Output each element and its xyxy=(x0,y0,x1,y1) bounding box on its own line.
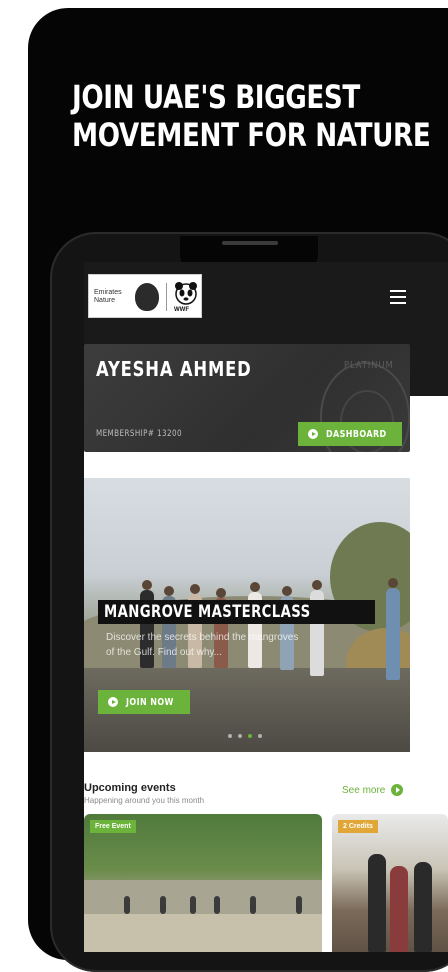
promo-headline-line1: JOIN UAE'S BIGGEST xyxy=(72,78,360,116)
play-circle-icon xyxy=(108,697,118,707)
event-image-person xyxy=(250,896,256,914)
panda-logo-icon xyxy=(175,282,197,305)
wwf-label: WWF xyxy=(174,307,189,313)
logo-text: Emirates Nature xyxy=(94,289,122,305)
promo-headline-line2: MOVEMENT FOR NATURE xyxy=(72,116,431,154)
dashboard-button-label: DASHBOARD xyxy=(326,428,387,440)
event-image-ground xyxy=(84,914,322,952)
event-card[interactable]: Free Event xyxy=(84,814,322,952)
logo-text-line1: Emirates xyxy=(94,289,122,296)
carousel-dot[interactable] xyxy=(258,734,262,738)
carousel-dot[interactable] xyxy=(238,734,242,738)
dashboard-button[interactable]: DASHBOARD xyxy=(298,422,402,446)
membership-tier: PLATINUM xyxy=(344,360,394,371)
member-name: AYESHA AHMED xyxy=(96,357,252,381)
hero-title-text: MANGROVE MASTERCLASS xyxy=(104,602,311,622)
events-section-subtitle: Happening around you this month xyxy=(84,796,205,805)
event-image-person xyxy=(296,896,302,914)
event-image-person xyxy=(414,862,432,952)
carousel-dot[interactable] xyxy=(228,734,232,738)
hiker-figure xyxy=(386,578,400,680)
hamburger-menu-icon[interactable] xyxy=(390,290,406,304)
see-more-label: See more xyxy=(342,784,386,796)
join-now-label: JOIN NOW xyxy=(126,696,174,708)
promo-headline: JOIN UAE'S BIGGEST MOVEMENT FOR NATURE xyxy=(72,78,431,154)
carousel-dots xyxy=(228,734,262,738)
event-image-person xyxy=(390,866,408,952)
app-screen: Emirates Nature WWF AYESHA AHMED PLATINU… xyxy=(84,262,448,952)
event-image-person xyxy=(214,896,220,914)
logo-divider xyxy=(166,283,167,311)
egg-logo-icon xyxy=(135,283,159,311)
hero-description: Discover the secrets behind the mangrove… xyxy=(106,632,299,658)
phone-speaker xyxy=(222,241,278,245)
membership-number: MEMBERSHIP# 13200 xyxy=(96,429,182,439)
app-logo[interactable]: Emirates Nature WWF xyxy=(88,274,202,318)
event-image-person xyxy=(160,896,166,914)
hero-carousel[interactable]: MANGROVE MASTERCLASS Discover the secret… xyxy=(84,478,410,752)
hero-title: MANGROVE MASTERCLASS xyxy=(98,600,375,624)
carousel-dot-active[interactable] xyxy=(248,734,252,738)
event-badge: 2 Credits xyxy=(338,820,378,833)
event-image-person xyxy=(124,896,130,914)
see-more-link[interactable]: See more xyxy=(342,784,404,796)
logo-text-line2: Nature xyxy=(94,297,116,304)
arrow-circle-icon xyxy=(391,784,404,796)
events-section-title: Upcoming events xyxy=(84,782,176,794)
event-image-person xyxy=(368,854,386,952)
event-image-person xyxy=(190,896,196,914)
join-now-button[interactable]: JOIN NOW xyxy=(98,690,190,714)
event-badge: Free Event xyxy=(90,820,136,833)
event-card[interactable]: 2 Credits xyxy=(332,814,448,952)
play-circle-icon xyxy=(308,429,318,439)
membership-card: AYESHA AHMED PLATINUM MEMBERSHIP# 13200 … xyxy=(84,344,410,452)
event-image-wall xyxy=(84,880,322,914)
